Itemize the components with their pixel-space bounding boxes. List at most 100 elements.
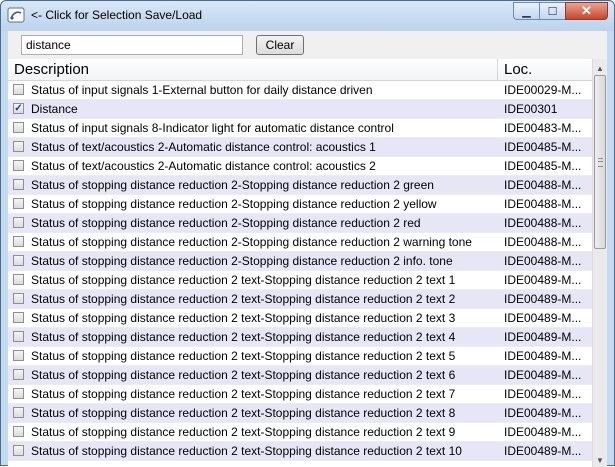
row-location: IDE00489-M...	[504, 406, 582, 420]
table-row[interactable]: ✓ Distance IDE00301	[8, 100, 592, 119]
table-row[interactable]: Status of stopping distance reduction 2 …	[8, 404, 592, 423]
row-description: Status of stopping distance reduction 2 …	[31, 425, 456, 439]
row-description: Status of stopping distance reduction 2 …	[31, 406, 456, 420]
row-description: Status of stopping distance reduction 2 …	[31, 444, 462, 458]
table-row[interactable]: Status of stopping distance reduction 2 …	[8, 442, 592, 461]
checkbox[interactable]	[13, 388, 24, 399]
column-divider[interactable]	[497, 59, 498, 80]
row-description: Status of stopping distance reduction 2-…	[31, 197, 437, 211]
row-location: IDE00489-M...	[504, 425, 582, 439]
row-location: IDE00488-M...	[504, 197, 582, 211]
maximize-button[interactable]: ☐	[539, 2, 565, 20]
clear-button[interactable]: Clear	[256, 35, 304, 55]
table-row[interactable]: Status of stopping distance reduction 2-…	[8, 195, 592, 214]
row-location: IDE00488-M...	[504, 254, 582, 268]
checkbox[interactable]	[13, 160, 24, 171]
checkbox[interactable]	[13, 141, 24, 152]
table-header: Description Loc.	[8, 59, 592, 81]
minimize-icon: ▁	[522, 5, 531, 18]
table-row[interactable]: Status of stopping distance reduction 2-…	[8, 214, 592, 233]
table-row[interactable]: Status of stopping distance reduction 2 …	[8, 309, 592, 328]
close-button[interactable]: ✕	[565, 2, 608, 20]
row-location: IDE00489-M...	[504, 311, 582, 325]
row-description: Status of text/acoustics 2-Automatic dis…	[31, 140, 376, 154]
vertical-scrollbar[interactable]: ▲ ▼	[592, 59, 607, 467]
table-row[interactable]: Status of stopping distance reduction 2 …	[8, 271, 592, 290]
row-location: IDE00488-M...	[504, 178, 582, 192]
row-location: IDE00489-M...	[504, 444, 582, 458]
scroll-up-icon[interactable]: ▲	[593, 61, 607, 75]
row-location: IDE00489-M...	[504, 292, 582, 306]
checkbox[interactable]	[13, 407, 24, 418]
checkbox[interactable]	[13, 312, 24, 323]
row-description: Status of stopping distance reduction 2 …	[31, 311, 456, 325]
row-description: Status of stopping distance reduction 2 …	[31, 292, 456, 306]
app-window: <- Click for Selection Save/Load ▁ ☐ ✕ C…	[0, 0, 615, 467]
table-row[interactable]: Status of stopping distance reduction 2-…	[8, 233, 592, 252]
column-header-location[interactable]: Loc.	[504, 61, 532, 78]
checkbox[interactable]	[13, 274, 24, 285]
checkbox[interactable]	[13, 426, 24, 437]
row-location: IDE00489-M...	[504, 387, 582, 401]
results-table: Description Loc. Status of input signals…	[8, 59, 607, 467]
table-row[interactable]: Status of stopping distance reduction 2-…	[8, 252, 592, 271]
scroll-thumb[interactable]	[594, 75, 606, 249]
row-description: Distance	[31, 102, 78, 116]
table-row[interactable]: Status of stopping distance reduction 2 …	[8, 385, 592, 404]
table-row[interactable]: Status of text/acoustics 2-Automatic dis…	[8, 157, 592, 176]
column-header-description[interactable]: Description	[14, 61, 89, 78]
grip-icon	[598, 158, 603, 167]
checkbox[interactable]	[13, 179, 24, 190]
table-row[interactable]: Status of stopping distance reduction 2 …	[8, 423, 592, 442]
row-description: Status of stopping distance reduction 2 …	[31, 273, 456, 287]
table-row[interactable]: Status of text/acoustics 2-Automatic dis…	[8, 138, 592, 157]
checkbox[interactable]	[13, 350, 24, 361]
row-location: IDE00483-M...	[504, 121, 582, 135]
row-description: Status of stopping distance reduction 2-…	[31, 235, 472, 249]
checkbox[interactable]	[13, 293, 24, 304]
row-location: IDE00489-M...	[504, 330, 582, 344]
row-description: Status of stopping distance reduction 2 …	[31, 349, 456, 363]
table-body: Status of input signals 1-External butto…	[8, 81, 592, 461]
table-row[interactable]: Status of stopping distance reduction 2 …	[8, 290, 592, 309]
title-bar[interactable]: <- Click for Selection Save/Load ▁ ☐ ✕	[1, 1, 614, 31]
row-description: Status of stopping distance reduction 2-…	[31, 254, 453, 268]
client-area: Clear Description Loc. Status of input s…	[8, 31, 607, 467]
row-location: IDE00485-M...	[504, 159, 582, 173]
row-location: IDE00485-M...	[504, 140, 582, 154]
checkbox[interactable]	[13, 236, 24, 247]
row-location: IDE00489-M...	[504, 349, 582, 363]
row-description: Status of text/acoustics 2-Automatic dis…	[31, 159, 376, 173]
checkbox[interactable]	[13, 84, 24, 95]
table-row[interactable]: Status of input signals 1-External butto…	[8, 81, 592, 100]
checkbox[interactable]	[13, 198, 24, 209]
checkbox[interactable]	[13, 255, 24, 266]
search-input[interactable]	[21, 35, 243, 55]
row-description: Status of stopping distance reduction 2-…	[31, 178, 434, 192]
minimize-button[interactable]: ▁	[513, 2, 539, 20]
checkbox-checked[interactable]: ✓	[13, 103, 24, 114]
checkbox[interactable]	[13, 331, 24, 342]
row-location: IDE00489-M...	[504, 368, 582, 382]
table-row[interactable]: Status of input signals 8-Indicator ligh…	[8, 119, 592, 138]
app-icon[interactable]	[7, 6, 25, 24]
row-description: Status of stopping distance reduction 2-…	[31, 216, 421, 230]
row-location: IDE00029-M...	[504, 83, 582, 97]
row-description: Status of stopping distance reduction 2 …	[31, 368, 456, 382]
row-description: Status of input signals 8-Indicator ligh…	[31, 121, 394, 135]
table-row[interactable]: Status of stopping distance reduction 2-…	[8, 176, 592, 195]
scroll-down-icon[interactable]: ▼	[593, 453, 607, 467]
window-title[interactable]: <- Click for Selection Save/Load	[31, 8, 202, 22]
row-location: IDE00488-M...	[504, 216, 582, 230]
checkbox[interactable]	[13, 445, 24, 456]
checkbox[interactable]	[13, 217, 24, 228]
table-row[interactable]: Status of stopping distance reduction 2 …	[8, 328, 592, 347]
row-location: IDE00301	[504, 102, 558, 116]
table-row[interactable]: Status of stopping distance reduction 2 …	[8, 347, 592, 366]
checkbox[interactable]	[13, 122, 24, 133]
row-location: IDE00488-M...	[504, 235, 582, 249]
table-row[interactable]: Status of stopping distance reduction 2 …	[8, 366, 592, 385]
maximize-icon: ☐	[547, 5, 558, 18]
checkbox[interactable]	[13, 369, 24, 380]
row-location: IDE00489-M...	[504, 273, 582, 287]
